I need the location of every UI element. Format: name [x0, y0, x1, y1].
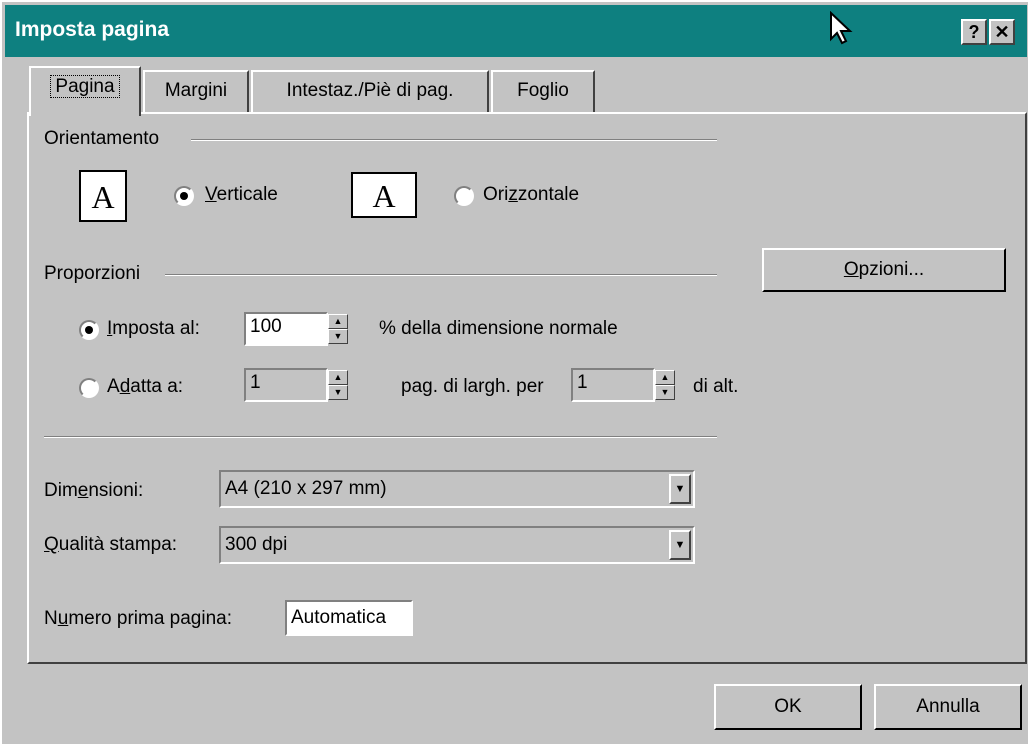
tab-label: Margini	[164, 80, 228, 101]
section-divider	[44, 436, 717, 438]
ok-button[interactable]: OK	[714, 684, 862, 730]
tab-label: Intestaz./Piè di pag.	[286, 80, 454, 101]
close-button[interactable]: ✕	[989, 19, 1015, 45]
tab-pagina[interactable]: Pagina	[29, 66, 141, 116]
window-title: Imposta pagina	[15, 18, 170, 41]
adjust-percent-field[interactable]: 100	[244, 312, 328, 346]
title-bar[interactable]: Imposta pagina ? ✕	[5, 5, 1027, 57]
portrait-page-icon: A	[79, 170, 127, 222]
tab-label: Foglio	[517, 80, 569, 101]
cancel-button[interactable]: Annulla	[874, 684, 1022, 730]
adjust-to-label[interactable]: Imposta al:	[107, 318, 200, 340]
spin-down-icon[interactable]: ▼	[328, 385, 348, 400]
chevron-down-icon[interactable]: ▼	[669, 474, 691, 504]
landscape-page-icon: A	[351, 172, 417, 218]
fit-tall-field[interactable]: 1	[571, 368, 655, 402]
spin-down-icon[interactable]: ▼	[328, 329, 348, 344]
fit-wide-spinner[interactable]: ▲ ▼	[328, 370, 348, 400]
chevron-down-icon[interactable]: ▼	[669, 530, 691, 560]
portrait-radio[interactable]	[174, 186, 194, 206]
orientation-divider	[191, 139, 717, 141]
landscape-radio[interactable]	[454, 186, 474, 206]
fit-to-label[interactable]: Adatta a:	[107, 376, 183, 398]
tab-margini[interactable]: Margini	[143, 70, 249, 112]
help-button[interactable]: ?	[961, 19, 987, 45]
fit-wide-suffix: pag. di largh. per	[401, 376, 544, 397]
adjust-percent-spinner[interactable]: ▲ ▼	[328, 314, 348, 344]
landscape-label[interactable]: Orizzontale	[483, 184, 579, 206]
print-quality-select[interactable]: 300 dpi	[219, 526, 695, 564]
portrait-icon-letter: A	[91, 179, 115, 215]
tab-foglio[interactable]: Foglio	[491, 70, 595, 112]
spin-up-icon[interactable]: ▲	[655, 370, 675, 385]
close-icon: ✕	[994, 22, 1010, 42]
fit-to-radio[interactable]	[79, 378, 99, 398]
landscape-icon-letter: A	[372, 178, 396, 214]
radio-dot-icon	[85, 326, 93, 334]
spin-up-icon[interactable]: ▲	[328, 370, 348, 385]
mouse-cursor-icon	[829, 10, 855, 51]
paper-size-select[interactable]: A4 (210 x 297 mm)	[219, 470, 695, 508]
tab-intestazioni[interactable]: Intestaz./Piè di pag.	[251, 70, 489, 112]
first-page-input[interactable]: Automatica	[285, 600, 413, 636]
adjust-to-radio[interactable]	[79, 320, 99, 340]
fit-tall-suffix: di alt.	[693, 376, 739, 397]
spin-down-icon[interactable]: ▼	[655, 385, 675, 400]
print-quality-label: Qualità stampa:	[44, 534, 178, 555]
tab-label: Pagina	[50, 75, 120, 98]
page-setup-dialog: Imposta pagina ? ✕ Pagina Margini Intest…	[0, 0, 1028, 744]
scaling-divider	[165, 274, 717, 276]
spin-up-icon[interactable]: ▲	[328, 314, 348, 329]
first-page-label: Numero prima pagina:	[44, 608, 233, 629]
paper-size-label: Dimensioni:	[44, 480, 144, 501]
tab-panel-pagina: Orientamento A Verticale A Orizzontale P…	[27, 112, 1027, 664]
fit-tall-spinner[interactable]: ▲ ▼	[655, 370, 675, 400]
orientation-heading: Orientamento	[44, 128, 160, 149]
radio-dot-icon	[180, 192, 188, 200]
adjust-percent-suffix: % della dimensione normale	[379, 318, 618, 339]
scaling-heading: Proporzioni	[44, 263, 141, 284]
options-button[interactable]: Opzioni...	[762, 248, 1006, 292]
fit-wide-field[interactable]: 1	[244, 368, 328, 402]
portrait-label[interactable]: Verticale	[205, 184, 278, 206]
